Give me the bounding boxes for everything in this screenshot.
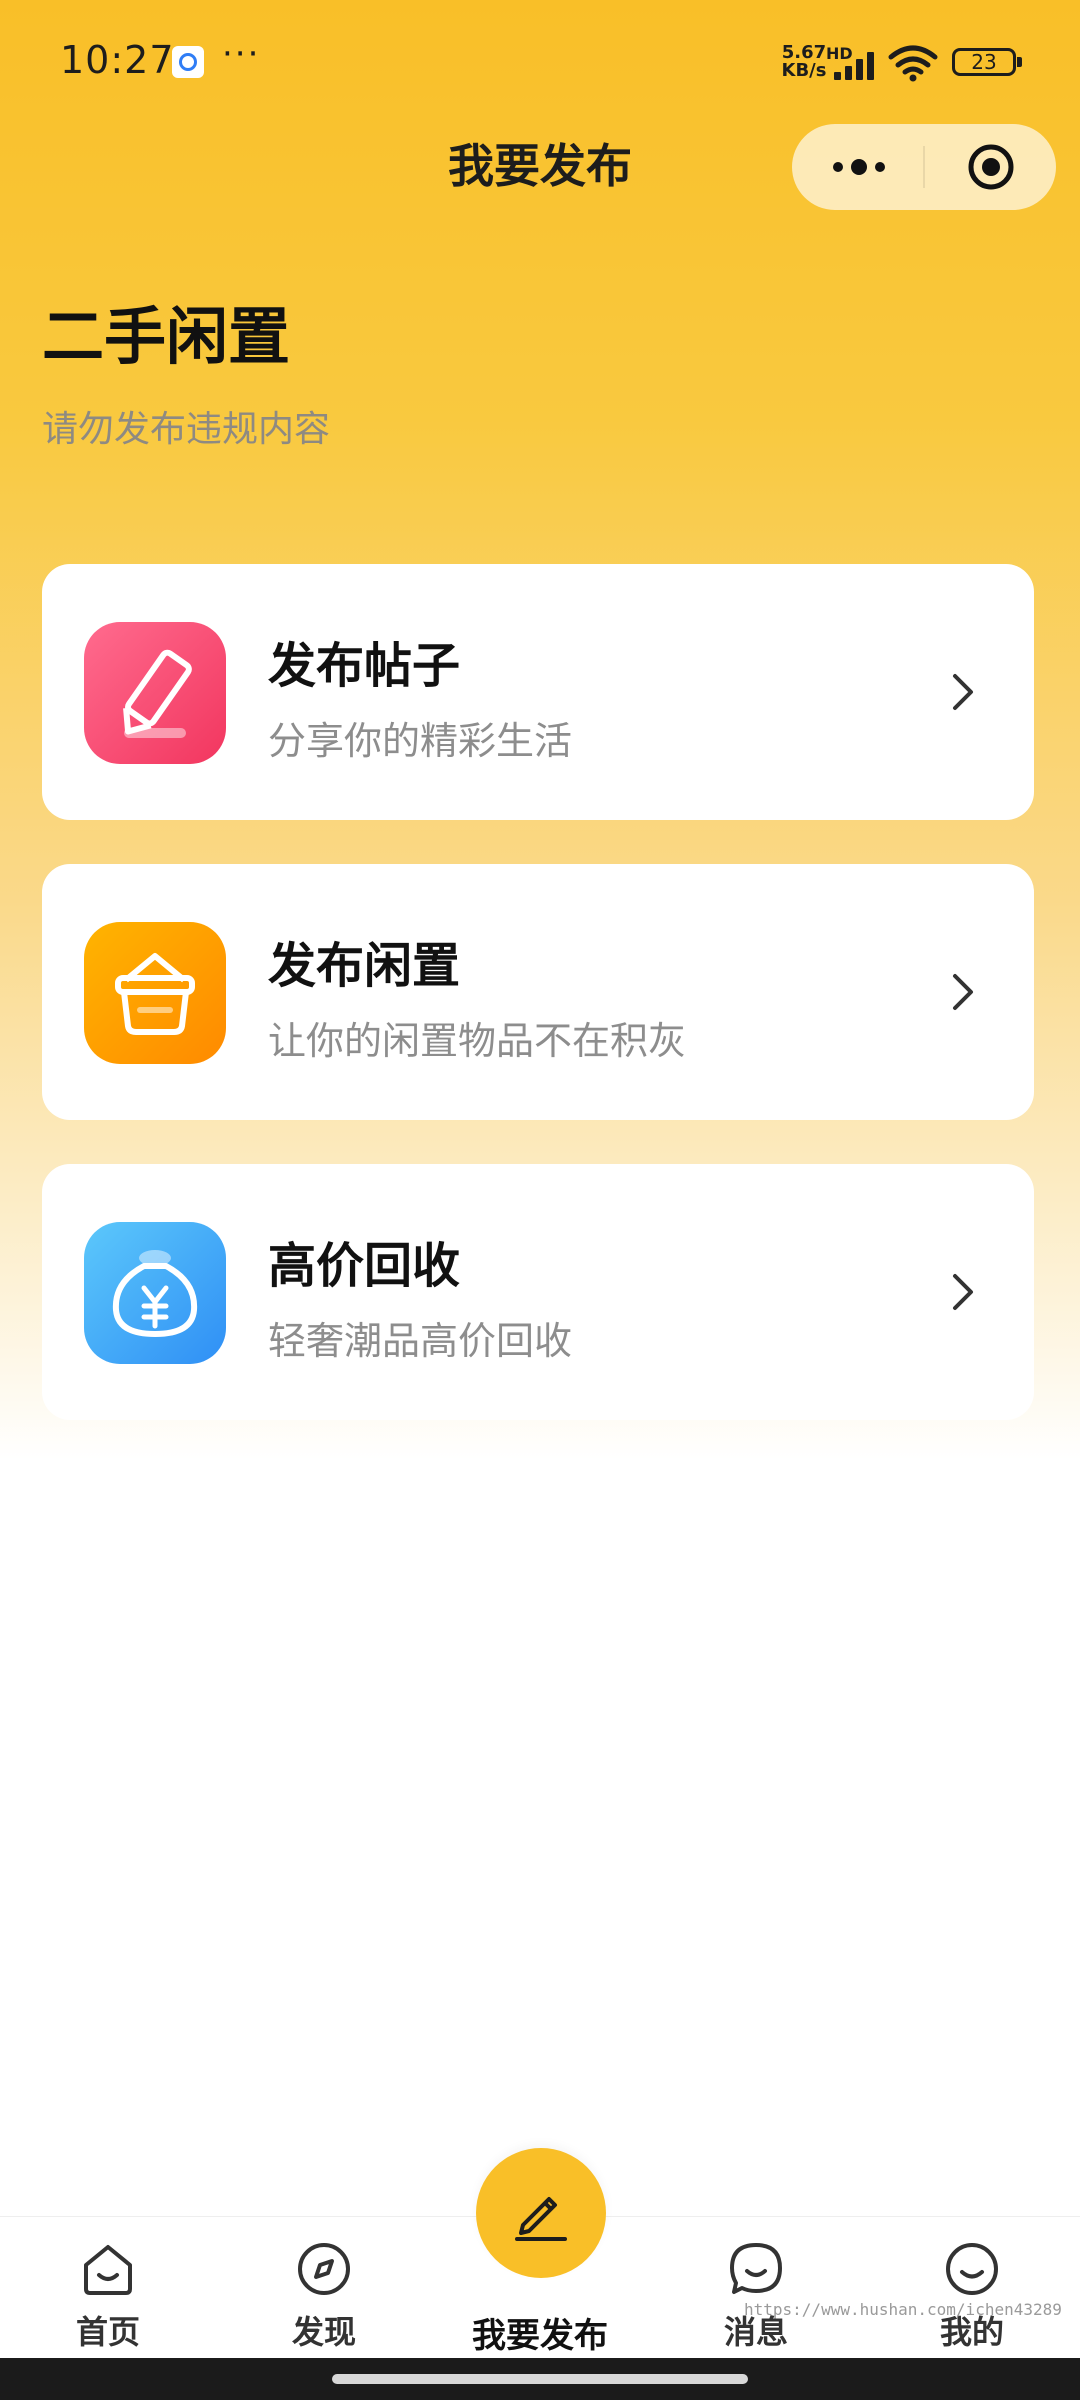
yuan-bag-icon: [84, 1222, 226, 1364]
compass-icon: [298, 2243, 350, 2295]
signal-icon: [834, 52, 874, 80]
publish-post-subtitle: 分享你的精彩生活: [268, 719, 573, 763]
tab-discover[interactable]: 发现: [216, 2217, 432, 2359]
recycle-card[interactable]: 高价回收 轻奢潮品高价回收: [42, 1164, 1034, 1420]
more-options-icon[interactable]: [828, 150, 890, 184]
home-indicator[interactable]: [332, 2374, 748, 2384]
chevron-right-icon: [953, 974, 973, 1010]
tab-publish-label[interactable]: 我要发布: [432, 2308, 648, 2357]
publish-post-title: 发布帖子: [268, 638, 461, 694]
miniprogram-capsule: [792, 124, 1056, 210]
recycle-subtitle: 轻奢潮品高价回收: [268, 1319, 573, 1363]
network-speed: 5.67 KB/s: [778, 44, 830, 80]
status-bar: 10:27 ··· 5.67 KB/s HD 23: [0, 0, 1080, 130]
watermark: https://www.hushan.com/ichen43289: [744, 2300, 1062, 2319]
status-time: 10:27: [60, 38, 175, 82]
pencil-icon: [84, 622, 226, 764]
smile-icon: [946, 2243, 998, 2295]
tab-home-label: 首页: [75, 2313, 140, 2351]
pencil-icon: [515, 2197, 567, 2241]
basket-icon: [84, 922, 226, 1064]
publish-fab-button[interactable]: [476, 2148, 606, 2278]
wifi-icon: [888, 45, 938, 82]
tab-messages[interactable]: 消息: [648, 2217, 864, 2359]
chevron-right-icon: [953, 1274, 973, 1310]
close-miniprogram-icon[interactable]: [966, 142, 1016, 192]
message-icon: [730, 2243, 782, 2294]
home-icon: [84, 2245, 132, 2295]
status-more-icon: ···: [222, 34, 261, 74]
chevron-right-icon: [953, 674, 973, 710]
tab-discover-label: 发现: [291, 2313, 356, 2351]
section-heading: 二手闲置: [42, 300, 291, 373]
tab-profile[interactable]: 我的: [864, 2217, 1080, 2359]
capsule-divider: [923, 146, 925, 188]
publish-idle-title: 发布闲置: [268, 938, 461, 994]
app-notification-icon: [172, 46, 204, 78]
publish-idle-subtitle: 让你的闲置物品不在积灰: [268, 1019, 687, 1063]
publish-post-card[interactable]: 发布帖子 分享你的精彩生活: [42, 564, 1034, 820]
publish-idle-card[interactable]: 发布闲置 让你的闲置物品不在积灰: [42, 864, 1034, 1120]
network-speed-unit: KB/s: [781, 60, 827, 81]
system-navigation-bar: [0, 2358, 1080, 2400]
recycle-title: 高价回收: [268, 1238, 461, 1294]
battery-indicator: 23: [952, 48, 1022, 76]
tab-home[interactable]: 首页: [0, 2217, 216, 2359]
section-subtitle: 请勿发布违规内容: [42, 409, 331, 450]
